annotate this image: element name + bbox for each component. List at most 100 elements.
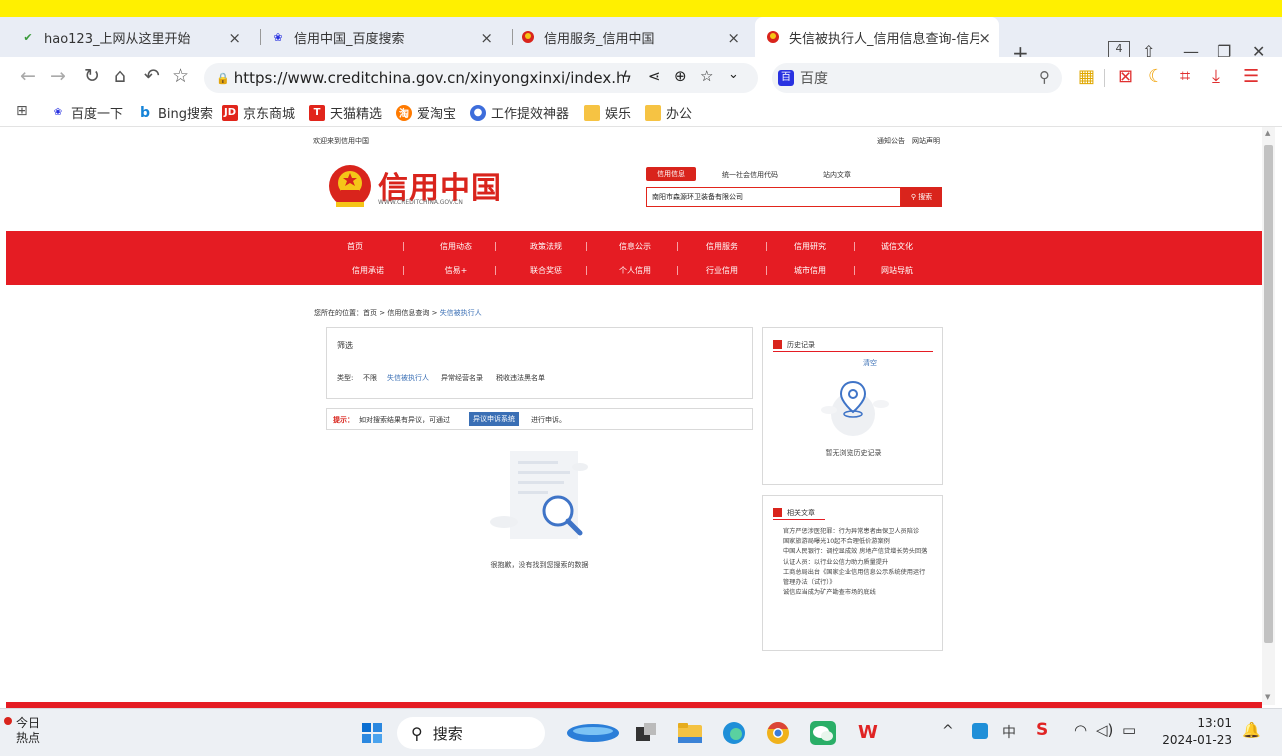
start-windows-icon[interactable]: [362, 723, 382, 743]
apps-grid-icon[interactable]: ▦: [1078, 66, 1095, 87]
nav-personal-credit[interactable]: 个人信用: [600, 265, 670, 276]
bookmark-folder-office[interactable]: 办公: [645, 103, 692, 122]
breadcrumb-credit-query[interactable]: 信用信息查询: [387, 309, 429, 317]
close-icon[interactable]: ×: [480, 29, 493, 47]
bookmark-folder-entertainment[interactable]: 娱乐: [584, 103, 631, 122]
bookmark-tmall[interactable]: T 天猫精选: [309, 103, 382, 122]
download-icon[interactable]: ⤓: [1212, 66, 1220, 87]
wechat-icon[interactable]: [810, 721, 836, 745]
article-link[interactable]: 诚信应当成为矿产勘查市场的底线: [783, 588, 928, 598]
history-clear-link[interactable]: 清空: [863, 358, 877, 368]
article-link[interactable]: 官方严惩涉医犯罪：行为异常患者由保卫人员陪诊: [783, 527, 928, 537]
hao123-icon: ✔: [23, 30, 33, 44]
scroll-up-icon[interactable]: ▲: [1265, 129, 1270, 137]
file-explorer-icon[interactable]: [678, 723, 702, 743]
filter-type-all[interactable]: 不限: [363, 373, 377, 383]
bookmarks-bar: ⊞ ❀ 百度一下 b Bing搜索 JD 京东商城 T 天猫精选 淘爱淘宝 ● 工作提效神…: [0, 97, 1282, 127]
page-scrollbar[interactable]: ▲ ▼: [1262, 127, 1275, 705]
tray-app-icon[interactable]: [972, 723, 988, 739]
taskbar-search[interactable]: ⚲ 搜索: [397, 717, 545, 749]
battery-icon[interactable]: ▭: [1122, 721, 1136, 739]
close-icon[interactable]: ×: [228, 29, 241, 47]
breadcrumb-home[interactable]: 首页: [363, 309, 377, 317]
nav-site-map[interactable]: 网站导航: [862, 265, 932, 276]
chevron-up-icon[interactable]: ^: [942, 723, 954, 739]
edge-icon[interactable]: [722, 721, 746, 745]
site-search-button[interactable]: ⚲ 搜索: [901, 187, 942, 207]
volume-icon[interactable]: ◁): [1096, 721, 1113, 739]
menu-icon[interactable]: ☰: [1243, 66, 1259, 87]
search-tab-credit-info[interactable]: 信用信息: [646, 167, 696, 181]
article-link[interactable]: 工商总局出台《国家企业信用信息公示系统使用运行管理办法（试行）》: [783, 568, 928, 588]
nav-integrity-culture[interactable]: 诚信文化: [862, 241, 932, 252]
search-icon[interactable]: ⚲: [1039, 68, 1050, 86]
filter-type-abnormal[interactable]: 异常经营名录: [441, 373, 483, 383]
site-logo-url: WWW.CREDITCHINA.GOV.CN: [378, 199, 463, 206]
news-widget[interactable]: 今日 热点: [16, 716, 40, 746]
bookmark-star-icon[interactable]: ☆: [700, 67, 713, 85]
article-link[interactable]: 认证人员：以行业公信力助力质量提升: [783, 558, 928, 568]
tab-count-badge[interactable]: 4: [1108, 41, 1130, 58]
zoom-icon[interactable]: ⊕: [674, 67, 687, 85]
article-link[interactable]: 中国人民银行：调控显成效 房地产信贷增长势头回落: [783, 547, 928, 557]
ime-indicator[interactable]: 中: [1002, 722, 1016, 742]
chevron-down-icon[interactable]: ⌄: [728, 67, 739, 82]
wifi-icon[interactable]: ◠: [1074, 721, 1087, 739]
nav-credit-service[interactable]: 信用服务: [687, 241, 757, 252]
back-arrow-icon[interactable]: ←: [20, 65, 36, 87]
undo-icon[interactable]: ↶: [144, 65, 160, 87]
nav-home[interactable]: 首页: [320, 241, 390, 252]
scrollbar-thumb[interactable]: [1264, 145, 1273, 643]
screenshot-icon[interactable]: ⊠: [1118, 66, 1133, 87]
search-tab-articles[interactable]: 站内文章: [823, 170, 851, 180]
search-engine-box[interactable]: 百 百度 ⚲: [772, 63, 1062, 93]
filter-type-tax[interactable]: 税收违法黑名单: [496, 373, 545, 383]
scroll-down-icon[interactable]: ▼: [1265, 693, 1270, 701]
tab-hao123[interactable]: ✔ hao123_上网从这里开始 ×: [20, 17, 255, 57]
home-icon[interactable]: ⌂: [114, 65, 126, 87]
nav-credit-research[interactable]: 信用研究: [775, 241, 845, 252]
bookmark-work-tool[interactable]: ● 工作提效神器: [470, 103, 569, 122]
share-icon[interactable]: ⋖: [648, 67, 661, 85]
article-link[interactable]: 国家旅游局曝光10起不合理低价游案例: [783, 537, 928, 547]
notice-link[interactable]: 通知公告: [877, 136, 905, 146]
nav-city-credit[interactable]: 城市信用: [775, 265, 845, 276]
sidebar-toggle-icon[interactable]: ⊞: [16, 103, 28, 119]
bookmark-baidu[interactable]: ❀ 百度一下: [50, 103, 123, 122]
tab-dishonest-executors[interactable]: 失信被执行人_信用信息查询-信月 ×: [755, 17, 999, 57]
task-view-illustration-icon[interactable]: [566, 721, 620, 743]
chrome-icon[interactable]: [766, 721, 790, 745]
nav-joint-rewards[interactable]: 联合奖惩: [511, 265, 581, 276]
crop-icon[interactable]: ⌗: [1180, 66, 1190, 87]
objection-system-button[interactable]: 异议申诉系统: [469, 412, 519, 426]
nav-credit-news[interactable]: 信用动态: [421, 241, 491, 252]
tab-credit-service[interactable]: 信用服务_信用中国 ×: [520, 17, 754, 57]
moon-icon[interactable]: ☾: [1148, 66, 1164, 87]
nav-disclosure[interactable]: 信息公示: [600, 241, 670, 252]
nav-credit-pledge[interactable]: 信用承诺: [333, 265, 403, 276]
filter-type-dishonest[interactable]: 失信被执行人: [387, 373, 429, 383]
clock[interactable]: 13:01 2024-01-23: [1156, 715, 1232, 749]
baidu-paw-icon: ❀: [53, 107, 63, 118]
sogou-icon[interactable]: S: [1036, 720, 1048, 740]
bookmark-jd[interactable]: JD 京东商城: [222, 103, 295, 122]
search-tab-uscc[interactable]: 统一社会信用代码: [722, 170, 778, 180]
close-icon[interactable]: ×: [727, 29, 740, 47]
bookmark-bing[interactable]: b Bing搜索: [137, 103, 213, 123]
notification-bell-icon[interactable]: 🔔: [1242, 721, 1261, 739]
site-search-input[interactable]: 南阳市森源环卫装备有限公司: [646, 187, 901, 207]
close-icon[interactable]: ×: [978, 29, 991, 47]
favorite-star-icon[interactable]: ☆: [172, 65, 189, 87]
bookmark-taobao[interactable]: 淘爱淘宝: [396, 103, 456, 122]
nav-policy[interactable]: 政策法规: [511, 241, 581, 252]
refresh-icon[interactable]: ↻: [84, 65, 100, 87]
nav-industry-credit[interactable]: 行业信用: [687, 265, 757, 276]
tab-baidu-search[interactable]: ❀ 信用中国_百度搜索 ×: [270, 17, 507, 57]
bolt-icon[interactable]: ϟ: [622, 68, 632, 86]
forward-arrow-icon[interactable]: →: [50, 65, 66, 87]
wps-icon[interactable]: W: [858, 723, 884, 743]
statement-link[interactable]: 网站声明: [912, 136, 940, 146]
app-dark-icon[interactable]: [636, 723, 656, 743]
address-bar[interactable]: 🔒 https://www.creditchina.gov.cn/xinyong…: [204, 63, 758, 93]
nav-xinyi-plus[interactable]: 信易+: [421, 265, 491, 276]
